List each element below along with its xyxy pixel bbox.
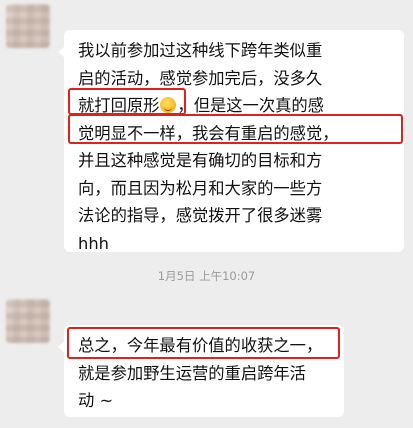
contact-avatar[interactable] [6, 299, 50, 343]
chat-message-bubble[interactable]: 总之，今年最有价值的收获之一， 就是参加野生运营的重启跨年活 动 ~ [58, 325, 344, 417]
message-line: 并且这种感觉是有确切的目标和方 [78, 151, 323, 170]
message-line: 觉明显不一样，我会有重启的感觉， [78, 123, 339, 143]
message-text: 就打回原形 [78, 96, 160, 115]
message-line: 启的活动，感觉参加完后，没多久 [78, 68, 323, 88]
message-line: 就是参加野生运营的重启跨年活 [78, 363, 306, 383]
message-timestamp: 1月5日 上午10:07 [157, 269, 256, 283]
message-line: hhh [78, 233, 109, 253]
message-line: 动 ~ [78, 391, 114, 410]
contact-avatar[interactable] [6, 4, 50, 48]
message-line: 向，而且因为松月和大家的一些方 [78, 178, 323, 198]
message-line: 就打回原形 ，但是这一次真的感 [78, 92, 390, 120]
message-line: 法论的指导，感觉拨开了很多迷雾 [78, 206, 323, 225]
message-line: 总之，今年最有价值的收获之一， [78, 336, 323, 355]
message-line: 我以前参加过这种线下跨年类似重 [78, 41, 323, 60]
message-text: ，但是这一次真的感 [177, 96, 324, 115]
chat-message-bubble[interactable]: 我以前参加过这种线下跨年类似重 启的活动，感觉参加完后，没多久 就打回原形 ，但是… [58, 30, 404, 253]
grinning-sweat-emoji-icon [160, 97, 177, 113]
